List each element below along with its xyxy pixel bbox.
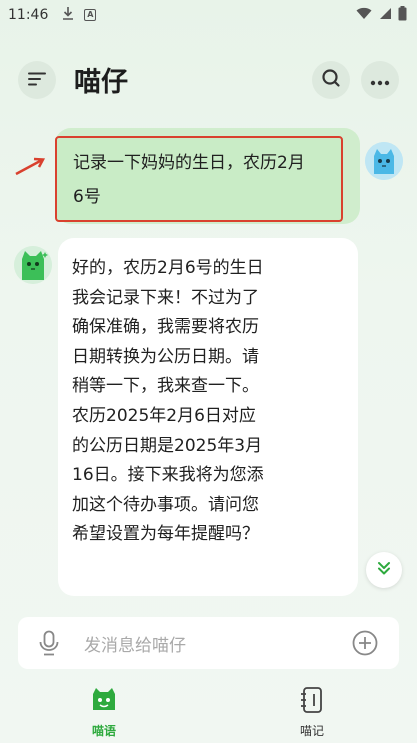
status-bar: 11:46 A xyxy=(0,0,417,30)
chat-cat-icon xyxy=(89,688,119,718)
bot-message-bubble: 好的，农历2月6号的生日 我会记录下来！不过为了 确保准确，我需要将农历 日期转… xyxy=(58,238,358,596)
bot-message-line: 加这个待办事项。请问您 xyxy=(72,494,259,515)
add-icon[interactable] xyxy=(352,630,378,660)
message-input-bar[interactable]: 发消息给喵仔 xyxy=(18,617,399,669)
bottom-nav: 喵语 喵记 xyxy=(0,680,417,743)
bot-message-line: 稍等一下，我来查一下。 xyxy=(72,376,259,397)
battery-icon xyxy=(398,5,407,25)
bot-message-line: 好的，农历2月6号的生日 xyxy=(72,258,264,278)
user-message-line: 记录一下妈妈的生日，农历2月 xyxy=(73,153,305,173)
search-button[interactable] xyxy=(312,61,350,99)
red-arrow-annotation xyxy=(14,156,46,180)
search-icon xyxy=(321,68,341,92)
nav-tab-notes-label: 喵记 xyxy=(299,724,324,738)
double-chevron-down-icon xyxy=(376,560,392,580)
bot-avatar[interactable] xyxy=(14,246,52,284)
menu-icon xyxy=(28,71,46,90)
bot-message-line: 我会记录下来！不过为了 xyxy=(72,287,259,308)
more-icon xyxy=(370,71,390,90)
bot-message-line: 确保准确，我需要将农历 xyxy=(72,317,259,338)
bot-message-line: 农历2025年2月6日对应 xyxy=(72,405,256,426)
user-message-line: 6号 xyxy=(73,187,101,207)
nav-tab-chat-label: 喵语 xyxy=(91,724,116,738)
menu-button[interactable] xyxy=(18,61,56,99)
bot-message-line: 的公历日期是2025年3月 xyxy=(72,435,263,456)
microphone-icon[interactable] xyxy=(38,630,60,660)
scroll-to-bottom-button[interactable] xyxy=(366,552,402,588)
page-title: 喵仔 xyxy=(74,67,128,98)
notebook-icon xyxy=(299,687,325,718)
nav-tab-notes[interactable]: 喵记 xyxy=(282,686,342,739)
more-options-button[interactable] xyxy=(361,61,399,99)
status-time: 11:46 xyxy=(8,7,49,23)
download-icon xyxy=(62,6,74,24)
user-avatar[interactable] xyxy=(365,142,403,180)
signal-icon xyxy=(378,7,392,24)
nav-tab-chat[interactable]: 喵语 xyxy=(74,686,134,739)
user-message-highlight: 记录一下妈妈的生日，农历2月 6号 xyxy=(55,136,343,222)
message-input-placeholder[interactable]: 发消息给喵仔 xyxy=(84,631,186,656)
header: 喵仔 xyxy=(0,56,417,104)
bot-message-line: 16日。接下来我将为您添 xyxy=(72,465,264,486)
wifi-icon xyxy=(356,7,372,24)
bot-message-line: 希望设置为每年提醒吗？ xyxy=(72,524,259,545)
app-a-icon: A xyxy=(84,9,97,21)
bot-message-line: 日期转换为公历日期。请 xyxy=(72,346,259,367)
